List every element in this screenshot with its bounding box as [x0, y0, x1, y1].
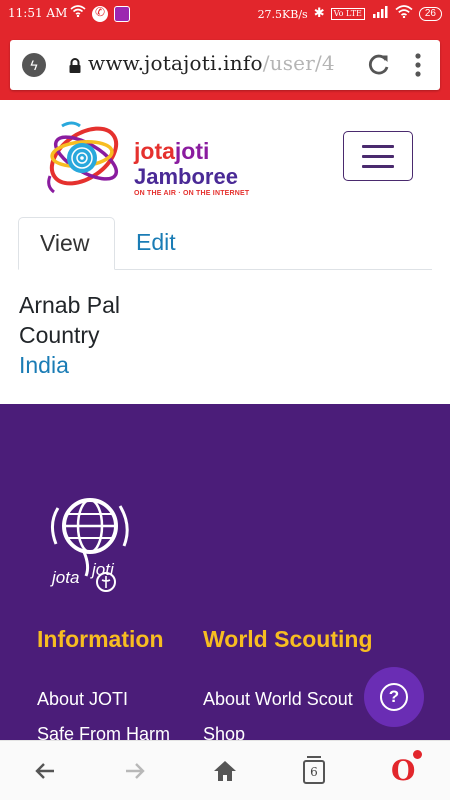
- footer-heading-information: Information: [37, 626, 164, 652]
- battery-indicator: 26: [418, 7, 442, 21]
- jamboree-emblem-icon: [47, 121, 119, 194]
- status-time: 11:51 AM: [8, 6, 68, 20]
- hamburger-icon-line: [362, 165, 394, 168]
- browser-toolbar: ϟ www.jotajoti.info/user/4: [0, 28, 450, 100]
- phone-call-icon: [92, 5, 108, 22]
- status-right: 27.5KB/s ✱ Vo LTE 26: [258, 5, 442, 23]
- logo-joti: joti: [174, 138, 210, 164]
- back-button[interactable]: [30, 756, 60, 786]
- browser-bottom-nav: 6 O: [0, 740, 450, 800]
- wifi-hotspot-icon: [70, 5, 86, 22]
- question-mark-icon: ?: [380, 683, 408, 711]
- back-arrow-icon: [35, 763, 54, 779]
- notification-icons: [70, 5, 130, 22]
- home-icon: [214, 761, 236, 781]
- home-button[interactable]: [210, 756, 240, 786]
- footer-link-about-joti[interactable]: About JOTI: [37, 689, 128, 710]
- tabs-button[interactable]: 6: [300, 756, 330, 786]
- phone-screen: 11:51 AM 27.5KB/s ✱ Vo LTE 26 ϟ: [0, 0, 450, 800]
- status-bar: 11:51 AM 27.5KB/s ✱ Vo LTE 26: [0, 0, 450, 28]
- forward-arrow-icon: [126, 763, 145, 779]
- url-domain: www.jotajoti.info: [88, 51, 263, 75]
- app-notification-icon: [114, 5, 130, 22]
- footer-logo-jota: jota: [52, 568, 80, 587]
- nav-menu-button[interactable]: [343, 131, 413, 181]
- footer-logo[interactable]: jota joti: [44, 490, 134, 600]
- site-logo[interactable]: jotajoti Jamboree ON THE AIR · ON THE IN…: [42, 116, 249, 198]
- volte-badge: Vo LTE: [330, 8, 365, 20]
- tabs-icon: [307, 756, 321, 758]
- hamburger-icon: [362, 145, 394, 148]
- country-label: Country: [19, 322, 100, 348]
- reload-icon[interactable]: [366, 52, 392, 78]
- footer-link-about-world-scout[interactable]: About World Scout: [203, 689, 353, 710]
- notification-dot: [413, 750, 422, 759]
- url-text[interactable]: www.jotajoti.info/user/4: [88, 51, 335, 75]
- opera-menu-button[interactable]: O: [391, 750, 422, 787]
- logo-wordmark-jotajoti: jotajoti: [134, 138, 209, 165]
- tab-count: 6: [303, 760, 325, 784]
- hamburger-icon-line: [362, 155, 394, 158]
- footer-heading-world-scouting: World Scouting: [203, 626, 373, 652]
- lock-icon[interactable]: [68, 58, 82, 73]
- profile-details: Arnab Pal Country India: [19, 290, 120, 380]
- forward-button[interactable]: [120, 756, 150, 786]
- country-value[interactable]: India: [19, 350, 120, 380]
- wifi-icon: [395, 5, 413, 23]
- logo-tagline: ON THE AIR · ON THE INTERNET: [134, 190, 250, 197]
- bluetooth-icon: ✱: [313, 6, 325, 21]
- tab-view[interactable]: View: [18, 217, 115, 270]
- url-path: /user/4: [262, 51, 335, 75]
- footer-logo-joti: joti: [92, 560, 114, 579]
- net-speed: 27.5KB/s: [257, 7, 308, 21]
- tab-edit[interactable]: Edit: [115, 217, 205, 270]
- bolt-icon[interactable]: ϟ: [22, 53, 46, 77]
- browser-menu-icon[interactable]: [412, 52, 424, 78]
- address-bar[interactable]: ϟ www.jotajoti.info/user/4: [10, 40, 440, 90]
- help-button[interactable]: ?: [364, 667, 424, 727]
- opera-logo-icon: O: [391, 754, 416, 787]
- site-header: jotajoti Jamboree ON THE AIR · ON THE IN…: [0, 100, 450, 212]
- signal-icon: [371, 5, 389, 23]
- logo-jota: jota: [134, 138, 175, 164]
- logo-wordmark-jamboree: Jamboree: [134, 164, 238, 189]
- profile-name: Arnab Pal: [19, 292, 121, 318]
- profile-tabs: View Edit: [18, 217, 432, 270]
